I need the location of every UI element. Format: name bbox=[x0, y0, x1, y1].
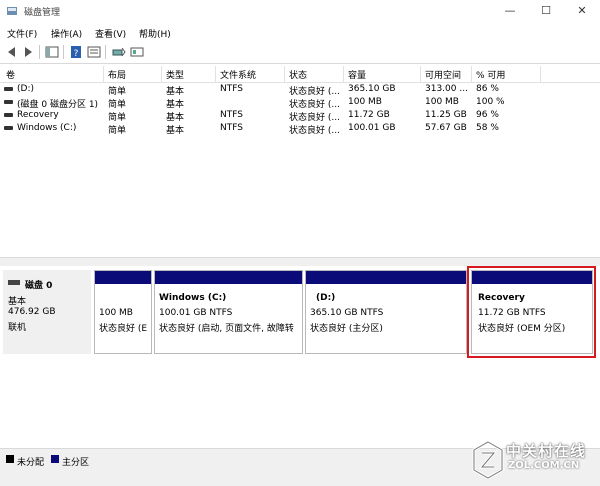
partition-system-reserved[interactable]: 100 MB 状态良好 (E bbox=[94, 270, 152, 354]
primary-partition-bar bbox=[95, 271, 151, 284]
cell-percent-free: 58 % bbox=[476, 123, 499, 133]
cell-type: 基本 bbox=[166, 126, 185, 136]
unallocated-swatch bbox=[6, 455, 14, 463]
disk-settings-icon[interactable] bbox=[111, 44, 127, 60]
volume-icon bbox=[4, 87, 13, 91]
cell-filesystem: NTFS bbox=[220, 84, 243, 94]
properties-icon[interactable] bbox=[86, 44, 102, 60]
watermark-en: ZOL.COM.CN bbox=[508, 460, 580, 471]
disk-size: 476.92 GB bbox=[8, 307, 56, 317]
show-hide-console-icon[interactable] bbox=[44, 44, 60, 60]
column-header-filesystem[interactable]: 文件系统 bbox=[220, 68, 256, 81]
cell-filesystem: NTFS bbox=[220, 123, 243, 133]
disk-name: 磁盘 0 bbox=[25, 281, 53, 291]
partition-title: Windows (C:) bbox=[159, 293, 227, 303]
close-button[interactable]: ✕ bbox=[564, 0, 600, 22]
volume-icon bbox=[4, 126, 13, 130]
column-divider[interactable] bbox=[540, 66, 541, 82]
cell-free-space: 57.67 GB bbox=[425, 123, 467, 133]
column-header-volume[interactable]: 卷 bbox=[6, 68, 15, 81]
disk-0-label[interactable]: 磁盘 0 基本 476.92 GB 联机 bbox=[3, 270, 91, 354]
table-header: 卷 布局 类型 文件系统 状态 容量 可用空间 % 可用 bbox=[0, 66, 600, 83]
disk-icon bbox=[8, 280, 20, 285]
back-icon[interactable] bbox=[4, 44, 20, 60]
primary-swatch bbox=[51, 455, 59, 463]
table-row[interactable]: Windows (C:) 简单 基本 NTFS 状态良好 (... 100.01… bbox=[0, 122, 600, 136]
toolbar-separator bbox=[105, 45, 106, 59]
column-divider[interactable] bbox=[471, 66, 472, 82]
cell-volume: Recovery bbox=[17, 110, 59, 120]
help-icon[interactable]: ? bbox=[68, 44, 84, 60]
maximize-button[interactable]: ☐ bbox=[528, 0, 564, 22]
cell-status: 状态良好 (... bbox=[289, 126, 340, 136]
volume-icon bbox=[4, 100, 13, 104]
volume-icon bbox=[4, 113, 13, 117]
partition-status: 状态良好 (启动, 页面文件, 故障转 bbox=[159, 324, 294, 334]
column-header-layout[interactable]: 布局 bbox=[108, 68, 126, 81]
cell-capacity: 11.72 GB bbox=[348, 110, 390, 120]
legend-unallocated: 未分配 bbox=[17, 458, 45, 468]
partition-d[interactable]: (D:) 365.10 GB NTFS 状态良好 (主分区) bbox=[305, 270, 467, 354]
table-row[interactable]: Recovery 简单 基本 NTFS 状态良好 (... 11.72 GB 1… bbox=[0, 109, 600, 123]
disk-management-icon bbox=[7, 7, 17, 15]
legend-primary: 主分区 bbox=[62, 458, 90, 468]
column-divider[interactable] bbox=[161, 66, 162, 82]
disk-type: 基本 bbox=[8, 297, 27, 307]
menu-bar: 文件(F) 操作(A) 查看(V) 帮助(H) bbox=[0, 24, 600, 40]
cell-capacity: 100 MB bbox=[348, 97, 382, 107]
title-bar: 磁盘管理 — ☐ ✕ bbox=[0, 0, 600, 22]
zol-logo-icon bbox=[472, 440, 504, 480]
column-divider[interactable] bbox=[215, 66, 216, 82]
partition-status: 状态良好 (主分区) bbox=[310, 324, 383, 334]
watermark-cn: 中关村在线 bbox=[506, 442, 587, 460]
partition-size: 100.01 GB NTFS bbox=[159, 308, 233, 318]
menu-help[interactable]: 帮助(H) bbox=[139, 27, 171, 40]
cell-free-space: 11.25 GB bbox=[425, 110, 467, 120]
column-divider[interactable] bbox=[420, 66, 421, 82]
partition-windows-c[interactable]: Windows (C:) 100.01 GB NTFS 状态良好 (启动, 页面… bbox=[154, 270, 303, 354]
cell-filesystem: NTFS bbox=[220, 110, 243, 120]
column-header-percent-free[interactable]: % 可用 bbox=[476, 68, 505, 81]
minimize-button[interactable]: — bbox=[492, 0, 528, 22]
partition-title: (D:) bbox=[316, 293, 336, 303]
cell-percent-free: 100 % bbox=[476, 97, 505, 107]
disk-status: 联机 bbox=[8, 323, 27, 333]
column-divider[interactable] bbox=[103, 66, 104, 82]
refresh-icon[interactable] bbox=[129, 44, 145, 60]
primary-partition-bar bbox=[155, 271, 302, 284]
column-header-free-space[interactable]: 可用空间 bbox=[425, 68, 461, 81]
menu-file[interactable]: 文件(F) bbox=[7, 27, 37, 40]
svg-text:?: ? bbox=[74, 49, 79, 59]
cell-percent-free: 86 % bbox=[476, 84, 499, 94]
toolbar: ? bbox=[0, 41, 600, 64]
table-row[interactable]: (磁盘 0 磁盘分区 1) 简单 基本 状态良好 (... 100 MB 100… bbox=[0, 96, 600, 110]
partition-status: 状态良好 (E bbox=[99, 324, 148, 334]
cell-volume: (D:) bbox=[17, 84, 34, 94]
column-divider[interactable] bbox=[343, 66, 344, 82]
table-row[interactable]: (D:) 简单 基本 NTFS 状态良好 (... 365.10 GB 313.… bbox=[0, 83, 600, 97]
cell-volume: Windows (C:) bbox=[17, 123, 77, 133]
column-header-capacity[interactable]: 容量 bbox=[348, 68, 366, 81]
cell-free-space: 100 MB bbox=[425, 97, 459, 107]
menu-view[interactable]: 查看(V) bbox=[95, 27, 126, 40]
cell-layout: 简单 bbox=[108, 126, 127, 136]
toolbar-separator bbox=[39, 45, 40, 59]
cell-capacity: 365.10 GB bbox=[348, 84, 396, 94]
partition-size: 100 MB bbox=[99, 308, 133, 318]
cell-free-space: 313.00 ... bbox=[425, 84, 468, 94]
column-header-status[interactable]: 状态 bbox=[289, 68, 307, 81]
column-divider[interactable] bbox=[284, 66, 285, 82]
highlight-box bbox=[467, 266, 596, 358]
cell-percent-free: 96 % bbox=[476, 110, 499, 120]
column-header-type[interactable]: 类型 bbox=[166, 68, 184, 81]
partition-size: 365.10 GB NTFS bbox=[310, 308, 384, 318]
forward-icon[interactable] bbox=[20, 44, 36, 60]
volume-table: 卷 布局 类型 文件系统 状态 容量 可用空间 % 可用 (D:) 简单 基本 … bbox=[0, 66, 600, 256]
menu-action[interactable]: 操作(A) bbox=[51, 27, 82, 40]
primary-partition-bar bbox=[306, 271, 466, 284]
cell-capacity: 100.01 GB bbox=[348, 123, 396, 133]
watermark: 中关村在线 ZOL.COM.CN bbox=[470, 438, 596, 482]
toolbar-separator bbox=[63, 45, 64, 59]
window-title: 磁盘管理 bbox=[24, 8, 61, 18]
